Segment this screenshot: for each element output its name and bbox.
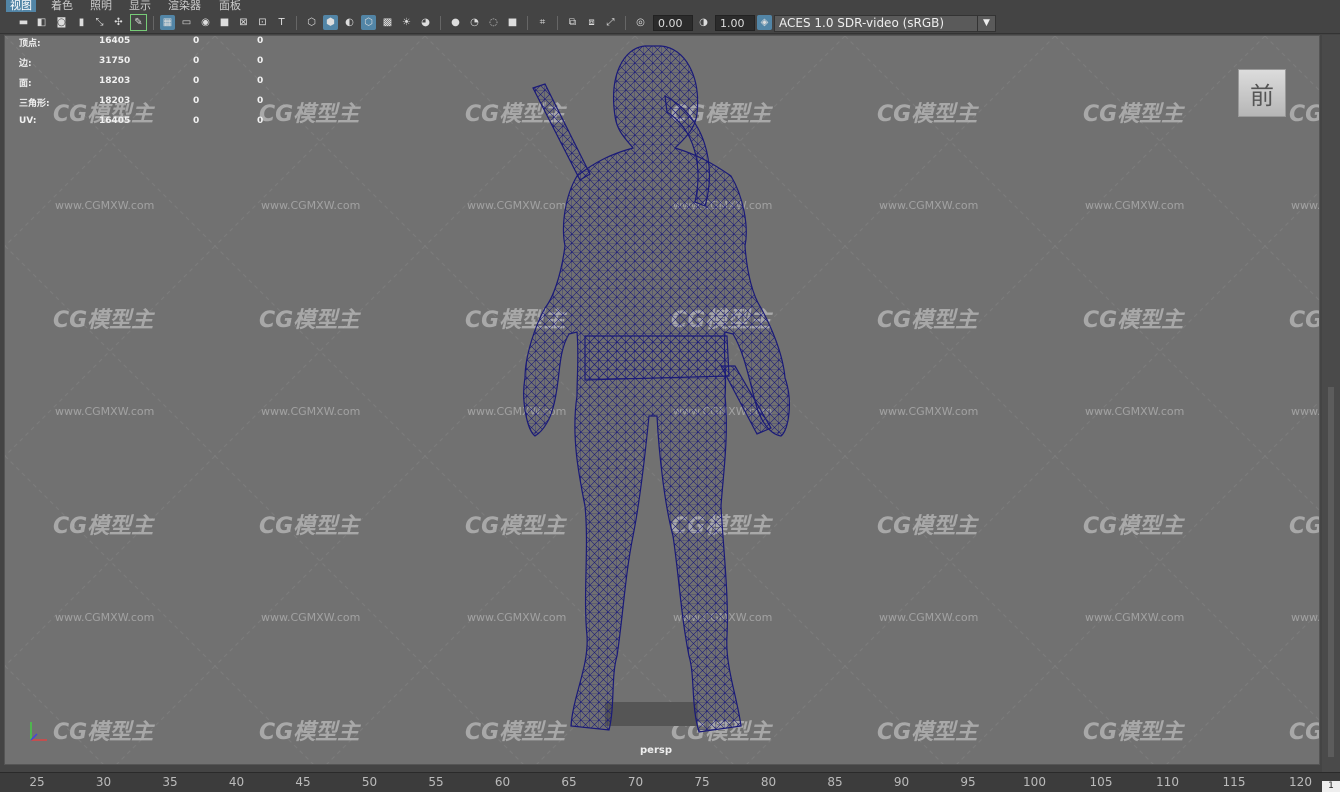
image-plane-icon[interactable]: ▮ xyxy=(74,15,89,30)
menu-panels[interactable]: 面板 xyxy=(215,0,245,12)
time-slider-tick: 65 xyxy=(561,775,577,789)
menu-view[interactable]: 视图 xyxy=(6,0,36,12)
menu-renderer[interactable]: 渲染器 xyxy=(164,0,205,12)
time-slider-tick: 70 xyxy=(627,775,644,789)
time-slider-tick: 85 xyxy=(827,775,843,789)
wireframe-on-shaded-icon[interactable]: ⬡ xyxy=(361,15,376,30)
smooth-shade-icon[interactable]: ⬢ xyxy=(323,15,338,30)
hud-row-vertices: 顶点: 16405 0 0 xyxy=(19,36,264,49)
menu-lighting[interactable]: 照明 xyxy=(86,0,116,12)
time-slider-tick: 40 xyxy=(228,775,245,789)
time-slider-tick: 55 xyxy=(428,775,444,789)
resolution-gate-icon[interactable]: ◉ xyxy=(198,15,213,30)
bookmark-icon[interactable]: ◙ xyxy=(54,15,69,30)
xray-components-icon[interactable]: ⤢ xyxy=(603,15,618,30)
anti-aliasing-icon[interactable]: ◌ xyxy=(486,15,501,30)
exposure-field[interactable]: 0.00 xyxy=(653,15,693,31)
time-slider-tick: 50 xyxy=(361,775,378,789)
time-slider-tick: 90 xyxy=(893,775,910,789)
time-slider-tick: 95 xyxy=(960,775,976,789)
exposure-icon: ◎ xyxy=(636,17,645,28)
xray-icon[interactable]: ⧉ xyxy=(565,15,580,30)
field-chart-icon[interactable]: ⊠ xyxy=(236,15,251,30)
view-transform-value: ACES 1.0 SDR-video (sRGB) xyxy=(779,16,945,30)
character-wireframe[interactable] xyxy=(5,36,1320,765)
camera-attributes-icon[interactable]: ◧ xyxy=(34,15,49,30)
poly-count-hud: 顶点: 16405 0 0 边: 31750 0 0 面: 18203 0 0 … xyxy=(19,36,279,136)
safe-title-icon[interactable]: T xyxy=(274,15,289,30)
gamma-field[interactable]: 1.00 xyxy=(715,15,755,31)
hud-row-uvs: UV: 16405 0 0 xyxy=(19,116,264,126)
time-slider-tick: 120 xyxy=(1289,775,1312,789)
time-slider-tick: 80 xyxy=(760,775,777,789)
menu-shading[interactable]: 着色 xyxy=(47,0,77,12)
time-slider-tick: 115 xyxy=(1222,775,1246,789)
default-material-icon[interactable]: ◐ xyxy=(342,15,357,30)
grid-icon[interactable]: ▦ xyxy=(160,15,175,30)
ambient-occlusion-icon[interactable]: ● xyxy=(448,15,463,30)
time-slider-tick: 45 xyxy=(295,775,311,789)
panel-toolbar: ▬ ◧ ◙ ▮ ⤡ ✣ ✎ ▦ ▭ ◉ ■ ⊠ ⊡ T ⬡ ⬢ ◐ ⬡ ▩ ☀ … xyxy=(0,12,1340,34)
safe-action-icon[interactable]: ⊡ xyxy=(255,15,270,30)
camera-name-label: persp xyxy=(640,745,672,756)
shadows-icon[interactable]: ◕ xyxy=(418,15,433,30)
time-slider-tick: 35 xyxy=(162,775,178,789)
color-management-icon[interactable]: ◈ xyxy=(757,15,772,30)
time-slider-tick: 105 xyxy=(1089,775,1113,789)
gamma-icon: ◑ xyxy=(699,17,708,28)
panel-menu-bar: 视图 着色 照明 显示 渲染器 面板 xyxy=(0,0,1340,12)
scrollbar-thumb[interactable] xyxy=(1328,387,1334,757)
view-transform-dropdown[interactable]: ACES 1.0 SDR-video (sRGB) ▼ xyxy=(774,15,996,32)
film-gate-icon[interactable]: ▭ xyxy=(179,15,194,30)
grease-pencil-icon[interactable]: ✣ xyxy=(111,15,126,30)
isolate-select-icon[interactable]: ⌗ xyxy=(535,15,550,30)
time-slider-tick: 60 xyxy=(494,775,511,789)
hud-row-faces: 面: 18203 0 0 xyxy=(19,76,264,89)
motion-blur-icon[interactable]: ◔ xyxy=(467,15,482,30)
time-slider-tick: 25 xyxy=(29,775,45,789)
time-slider-tick: 30 xyxy=(95,775,112,789)
2d-pan-zoom-icon[interactable]: ⤡ xyxy=(92,15,107,30)
hud-row-edges: 边: 31750 0 0 xyxy=(19,56,264,69)
pencil-icon[interactable]: ✎ xyxy=(130,14,147,31)
use-lights-icon[interactable]: ☀ xyxy=(399,15,414,30)
time-slider-tick: 75 xyxy=(694,775,710,789)
time-slider[interactable]: 25 30 35 40 45 50 55 60 65 70 75 80 85 90 95 100 105 110 1… xyxy=(0,772,1340,792)
time-slider-tick: 110 xyxy=(1156,775,1179,789)
hud-row-triangles: 三角形: 18203 0 0 xyxy=(19,96,264,109)
axis-gizmo-icon xyxy=(30,722,47,741)
select-camera-icon[interactable]: ▬ xyxy=(16,15,31,30)
menu-show[interactable]: 显示 xyxy=(125,0,155,12)
gate-mask-icon[interactable]: ■ xyxy=(217,15,232,30)
xray-joints-icon[interactable]: ⧈ xyxy=(584,15,599,30)
viewcube-front[interactable]: 前 xyxy=(1238,69,1286,117)
3d-viewport[interactable]: CG模型主 www.CGMXW.com CG模型主 www.CGMXW.com CG模型… xyxy=(4,35,1320,765)
current-frame-field[interactable]: 1 xyxy=(1322,781,1340,792)
wireframe-icon[interactable]: ⬡ xyxy=(304,15,319,30)
textured-icon[interactable]: ▩ xyxy=(380,15,395,30)
depth-of-field-icon[interactable]: ■ xyxy=(505,15,520,30)
time-slider-tick: 100 xyxy=(1023,775,1046,789)
chevron-down-icon[interactable]: ▼ xyxy=(977,16,995,31)
right-panel-scrollbar[interactable] xyxy=(1322,35,1340,775)
